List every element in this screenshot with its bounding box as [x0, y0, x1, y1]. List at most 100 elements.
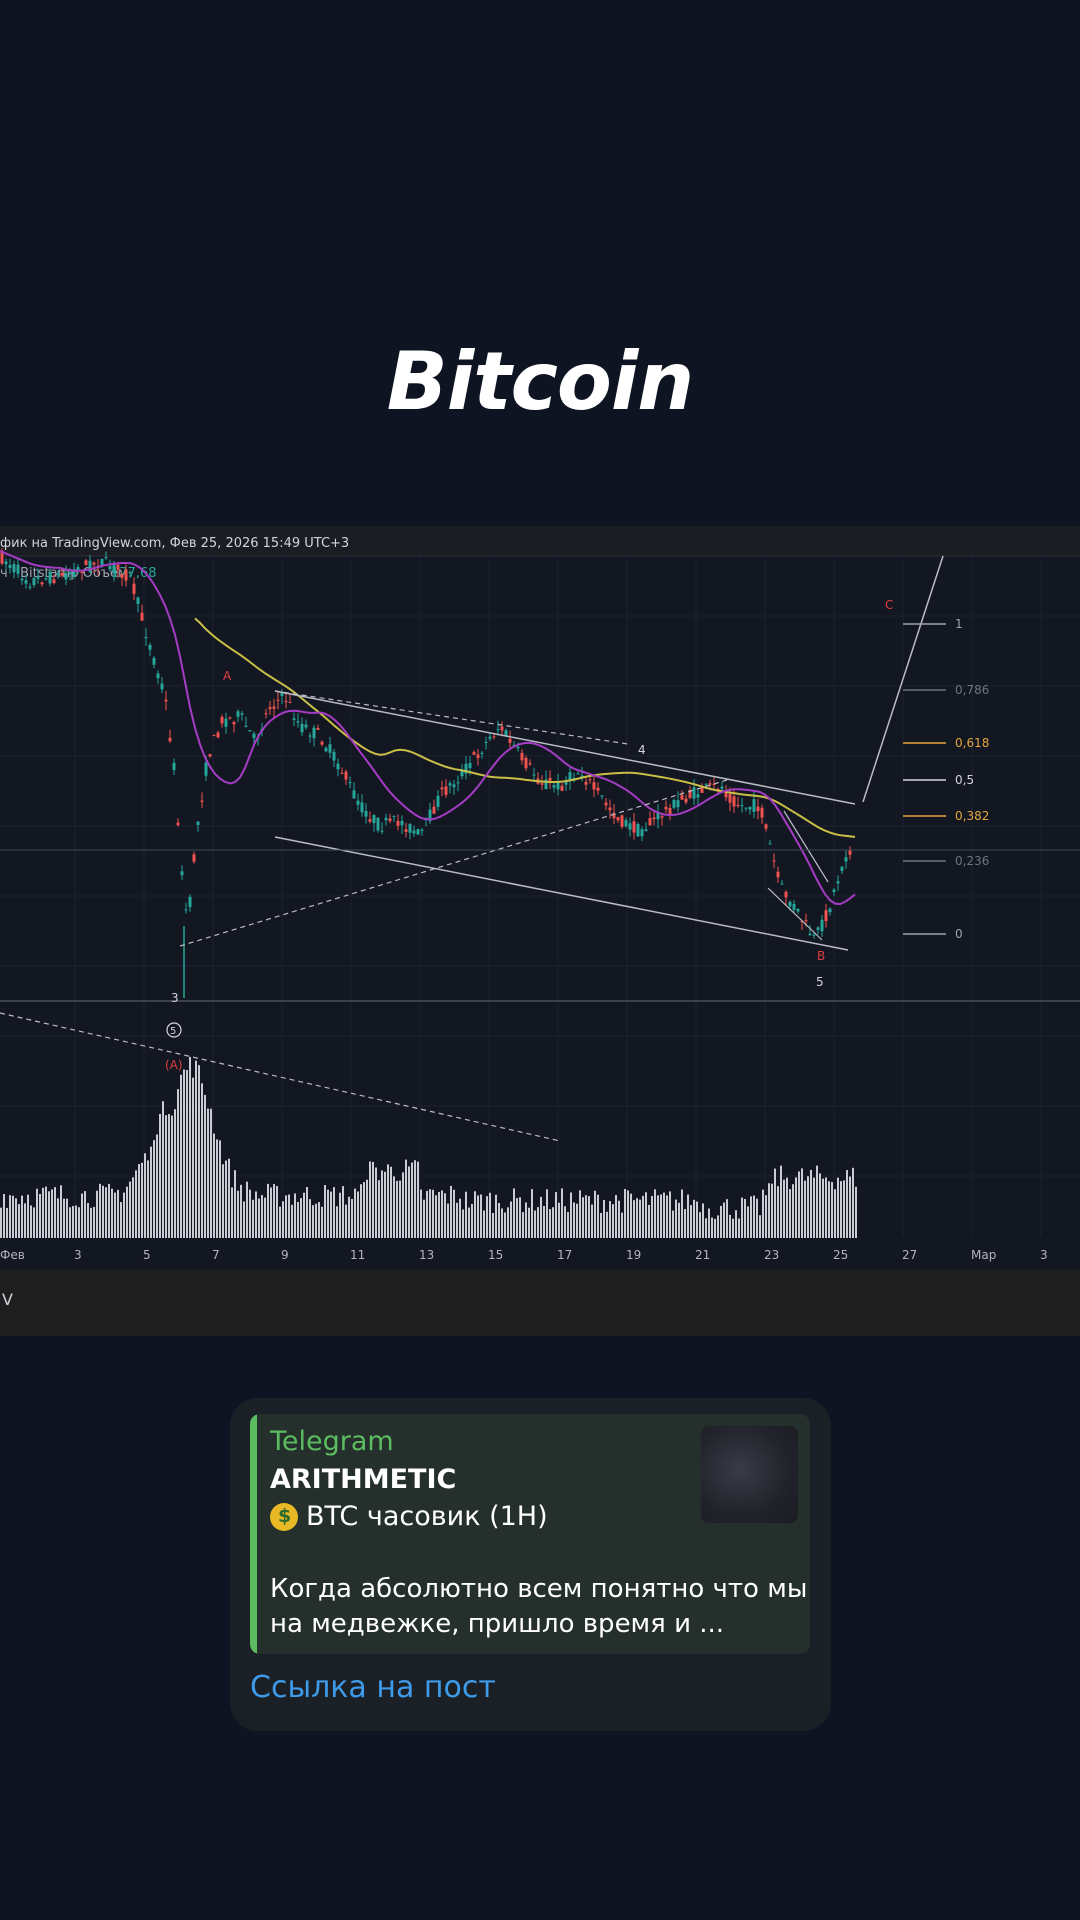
candle-body: [624, 820, 628, 827]
volume-bar: [699, 1212, 701, 1238]
candle-body: [692, 787, 696, 799]
candle-body: [240, 713, 244, 715]
volume-bar: [165, 1115, 167, 1238]
volume-bar: [753, 1195, 755, 1238]
volume-bar: [564, 1206, 566, 1238]
volume-bar: [591, 1204, 593, 1238]
volume-bar: [375, 1167, 377, 1238]
volume-bar: [579, 1190, 581, 1238]
candle-body: [352, 790, 356, 799]
candle-body: [220, 716, 224, 724]
volume-bar: [63, 1198, 65, 1238]
candle-body: [268, 706, 272, 710]
volume-bar: [420, 1189, 422, 1238]
candle-body: [28, 586, 32, 588]
volume-bar: [117, 1189, 119, 1238]
volume-bar: [372, 1161, 374, 1238]
candle-body: [132, 583, 136, 594]
candle-body: [404, 829, 408, 832]
volume-bar: [843, 1180, 845, 1238]
post-link[interactable]: Ссылка на пост: [250, 1670, 496, 1705]
candle-body: [224, 718, 228, 727]
chart-image: фик на TradingView.com, Фев 25, 2026 15:…: [0, 526, 1080, 1336]
volume-bar: [303, 1192, 305, 1238]
volume-bar: [291, 1204, 293, 1238]
candle-body: [8, 564, 12, 568]
volume-bar: [27, 1194, 29, 1238]
volume-bar: [363, 1182, 365, 1238]
candle-body: [760, 807, 764, 818]
candle-body: [52, 579, 56, 583]
volume-bar: [399, 1180, 401, 1238]
volume-bar: [210, 1108, 212, 1238]
candle-body: [540, 783, 544, 785]
candle-body: [452, 784, 456, 788]
volume-bar: [690, 1205, 692, 1238]
candle-body: [780, 883, 784, 885]
candle-body: [620, 815, 624, 827]
volume-bar: [423, 1199, 425, 1238]
volume-bar: [279, 1206, 281, 1238]
volume-bar: [438, 1191, 440, 1238]
volume-bar: [285, 1195, 287, 1238]
volume-bar: [714, 1218, 716, 1238]
candle-body: [396, 821, 400, 826]
candle-body: [128, 572, 132, 574]
volume-bar: [345, 1204, 347, 1238]
candle-body: [296, 721, 300, 723]
volume-bar: [687, 1194, 689, 1238]
candle-body: [192, 854, 196, 862]
candle-body: [732, 796, 736, 807]
volume-bar: [456, 1202, 458, 1238]
candle-body: [300, 723, 304, 733]
volume-bar: [66, 1198, 68, 1238]
preview-description: Когда абсолютно всем понятно что мы на м…: [270, 1574, 808, 1639]
candle-body: [176, 822, 180, 826]
volume-bar: [633, 1200, 635, 1238]
candle-body: [364, 810, 368, 817]
candle-body: [792, 903, 796, 910]
volume-bar: [300, 1198, 302, 1238]
link-preview[interactable]: Telegram ARITHMETIC BTC часовик (1H) Ког…: [250, 1414, 810, 1654]
candle-body: [584, 781, 588, 785]
candle-body: [316, 728, 320, 730]
candle-body: [816, 927, 820, 930]
candle-body: [408, 823, 412, 833]
volume-bar: [288, 1194, 290, 1238]
candle-body: [436, 795, 440, 807]
wave-label-b: B: [817, 949, 825, 963]
volume-bar: [294, 1193, 296, 1238]
volume-bar: [180, 1074, 182, 1238]
candle-body: [228, 717, 232, 719]
x-axis-labels: Фев 3 5 7 9 11 13 15 17 19 21 23 25 27 Мар 3: [0, 1248, 1048, 1262]
x-axis-label: 15: [488, 1248, 503, 1262]
tradingview-chart: фик на TradingView.com, Фев 25, 2026 15:…: [0, 526, 1080, 1262]
volume-bar: [402, 1172, 404, 1238]
volume-bar: [330, 1191, 332, 1238]
volume-bar: [654, 1189, 656, 1238]
wave-label-circle-5: 5: [170, 1026, 176, 1037]
candle-body: [320, 741, 324, 745]
candle-body: [664, 806, 668, 810]
volume-bar: [834, 1189, 836, 1238]
candle-body: [340, 772, 344, 774]
volume-bar: [264, 1197, 266, 1238]
candle-body: [356, 800, 360, 805]
volume-bar: [516, 1198, 518, 1238]
volume-bar: [48, 1191, 50, 1238]
volume-bar: [504, 1212, 506, 1238]
candle-body: [304, 724, 308, 728]
candle-body: [328, 744, 332, 753]
volume-bar: [306, 1186, 308, 1238]
candle-body: [64, 573, 68, 580]
volume-bar: [51, 1189, 53, 1238]
candle-body: [104, 557, 108, 559]
candle-body: [444, 786, 448, 796]
candle-body: [812, 934, 816, 936]
volume-bar: [693, 1199, 695, 1238]
volume-bar: [849, 1176, 851, 1238]
x-axis-label: 19: [626, 1248, 641, 1262]
volume-bar: [213, 1133, 215, 1238]
volume-bar: [327, 1189, 329, 1238]
candle-body: [708, 783, 712, 785]
